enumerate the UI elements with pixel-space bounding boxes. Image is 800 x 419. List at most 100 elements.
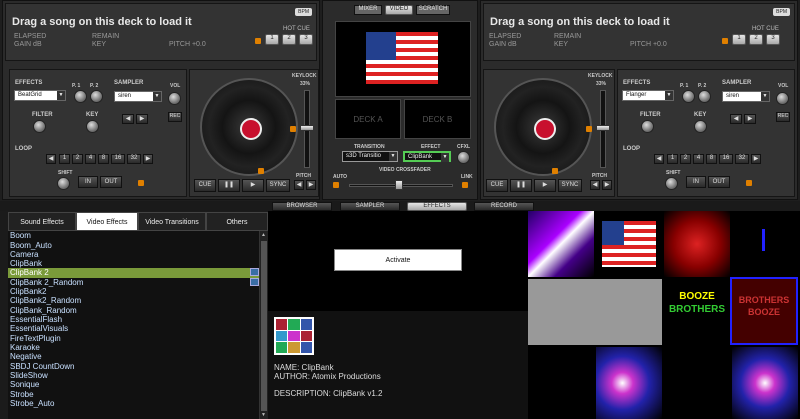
right-sampler-prev[interactable]: ◀ [730, 114, 742, 124]
list-item[interactable]: Boom [10, 231, 31, 241]
left-pitch-up[interactable]: ▶ [306, 180, 316, 190]
tab-sampler[interactable]: SAMPLER [340, 202, 400, 211]
right-key-knob[interactable] [694, 120, 707, 133]
scroll-down-icon[interactable]: ▼ [261, 412, 267, 418]
right-filter-knob[interactable] [641, 120, 654, 133]
left-loop-2[interactable]: 2 [72, 154, 83, 164]
tab-record[interactable]: RECORD [474, 202, 534, 211]
clip-thumb-2[interactable] [596, 211, 662, 277]
right-sampler-select[interactable]: siren ▼ [722, 91, 770, 102]
left-rec-button[interactable]: REC [168, 112, 182, 122]
right-pitch-up[interactable]: ▶ [602, 180, 612, 190]
lock-icon[interactable] [333, 182, 339, 188]
lock-icon[interactable] [258, 168, 264, 174]
tab-others[interactable]: Others [206, 212, 268, 231]
left-sampler-play[interactable]: ▶ [136, 114, 148, 124]
right-cue-button[interactable]: CUE [486, 179, 508, 192]
right-vol-knob[interactable] [776, 92, 789, 105]
tab-video[interactable]: VIDEO [385, 5, 413, 15]
left-sampler-select[interactable]: siren ▼ [114, 91, 162, 102]
right-pause-button[interactable]: ❚❚ [510, 179, 532, 192]
right-loop-4[interactable]: 4 [693, 154, 704, 164]
tab-scratch[interactable]: SCRATCH [416, 5, 450, 15]
left-play-button[interactable]: ▶ [242, 179, 264, 192]
list-item[interactable]: Negative [10, 352, 42, 362]
right-p2-knob[interactable] [698, 90, 711, 103]
left-bpm-badge[interactable]: BPM [295, 8, 312, 16]
tab-video-transitions[interactable]: Video Transitions [138, 212, 206, 231]
right-play-button[interactable]: ▶ [534, 179, 556, 192]
right-loop-2[interactable]: 2 [680, 154, 691, 164]
right-loop-1[interactable]: 1 [667, 154, 678, 164]
left-loop-1[interactable]: 1 [59, 154, 70, 164]
clip-thumb-7-selected[interactable]: BROTHERS BOOZE [730, 277, 798, 345]
lock-icon[interactable] [586, 126, 592, 132]
left-cue-button[interactable]: CUE [194, 179, 216, 192]
right-pitch-down[interactable]: ◀ [590, 180, 600, 190]
left-loop-32[interactable]: 32 [127, 154, 141, 164]
right-bpm-badge[interactable]: BPM [773, 8, 790, 16]
right-p1-knob[interactable] [682, 90, 695, 103]
tab-video-effects[interactable]: Video Effects [76, 212, 138, 231]
left-sync-button[interactable]: SYNC [266, 179, 290, 192]
transition-select[interactable]: s3D Transitio ▼ [342, 151, 398, 162]
right-loop-prev[interactable]: ◀ [654, 154, 664, 164]
left-hotcue-2[interactable]: 2 [282, 34, 296, 45]
left-loop-prev[interactable]: ◀ [46, 154, 56, 164]
right-rec-button[interactable]: REC [776, 112, 790, 122]
clip-thumb-5[interactable] [528, 279, 662, 345]
right-hotcue-3[interactable]: 3 [766, 34, 780, 45]
left-turntable[interactable] [200, 78, 298, 176]
list-item[interactable]: ClipBank2_Random [10, 296, 81, 306]
left-pause-button[interactable]: ❚❚ [218, 179, 240, 192]
right-sampler-play[interactable]: ▶ [744, 114, 756, 124]
tab-browser[interactable]: BROWSER [272, 202, 332, 211]
lock-icon[interactable] [462, 182, 468, 188]
activate-button[interactable]: Activate [334, 249, 462, 271]
left-vol-knob[interactable] [168, 92, 181, 105]
left-hotcue-1[interactable]: 1 [265, 34, 279, 45]
config-icon[interactable] [250, 278, 259, 286]
list-item[interactable]: EssentialVisuals [10, 324, 68, 334]
activate-icon[interactable] [250, 268, 259, 276]
left-loop-next[interactable]: ▶ [143, 154, 153, 164]
tab-mixer[interactable]: MIXER [354, 5, 382, 15]
scrollbar-thumb[interactable] [261, 241, 267, 411]
right-loop-16[interactable]: 16 [719, 154, 733, 164]
video-effect-select[interactable]: ClipBank ▼ [403, 151, 451, 162]
scroll-up-icon[interactable]: ▲ [261, 232, 267, 238]
clip-thumb-3[interactable] [664, 211, 730, 277]
right-loop-out[interactable]: OUT [708, 176, 730, 188]
left-hotcue-3[interactable]: 3 [299, 34, 313, 45]
lock-icon[interactable] [255, 38, 261, 44]
cfxl-knob[interactable] [457, 151, 470, 164]
right-hotcue-1[interactable]: 1 [732, 34, 746, 45]
right-shift-knob[interactable] [665, 177, 678, 190]
tab-sound-effects[interactable]: Sound Effects [8, 212, 76, 231]
left-p1-knob[interactable] [74, 90, 87, 103]
list-item[interactable]: Sonique [10, 380, 39, 390]
clip-thumb-4[interactable] [732, 211, 798, 277]
right-hotcue-2[interactable]: 2 [749, 34, 763, 45]
left-loop-in[interactable]: IN [78, 176, 98, 188]
clip-thumb-1[interactable] [528, 211, 594, 277]
right-loop-next[interactable]: ▶ [751, 154, 761, 164]
left-pitch-handle[interactable] [300, 125, 314, 131]
lock-icon[interactable] [552, 168, 558, 174]
clip-thumb-6[interactable]: BOOZE BROTHERS [664, 279, 730, 345]
lock-icon[interactable] [138, 180, 144, 186]
left-effect-select[interactable]: BeatGrid ▼ [14, 90, 66, 101]
clip-thumb-9[interactable] [732, 347, 798, 419]
lock-icon[interactable] [722, 38, 728, 44]
left-loop-out[interactable]: OUT [100, 176, 122, 188]
right-turntable[interactable] [494, 78, 592, 176]
left-loop-8[interactable]: 8 [98, 154, 109, 164]
list-item[interactable]: Strobe_Auto [10, 399, 54, 409]
clip-thumb-8[interactable] [596, 347, 662, 419]
right-pitch-handle[interactable] [596, 125, 610, 131]
tab-effects[interactable]: EFFECTS [407, 202, 467, 211]
lock-icon[interactable] [290, 126, 296, 132]
left-sampler-prev[interactable]: ◀ [122, 114, 134, 124]
left-pitch-down[interactable]: ◀ [294, 180, 304, 190]
right-loop-in[interactable]: IN [686, 176, 706, 188]
